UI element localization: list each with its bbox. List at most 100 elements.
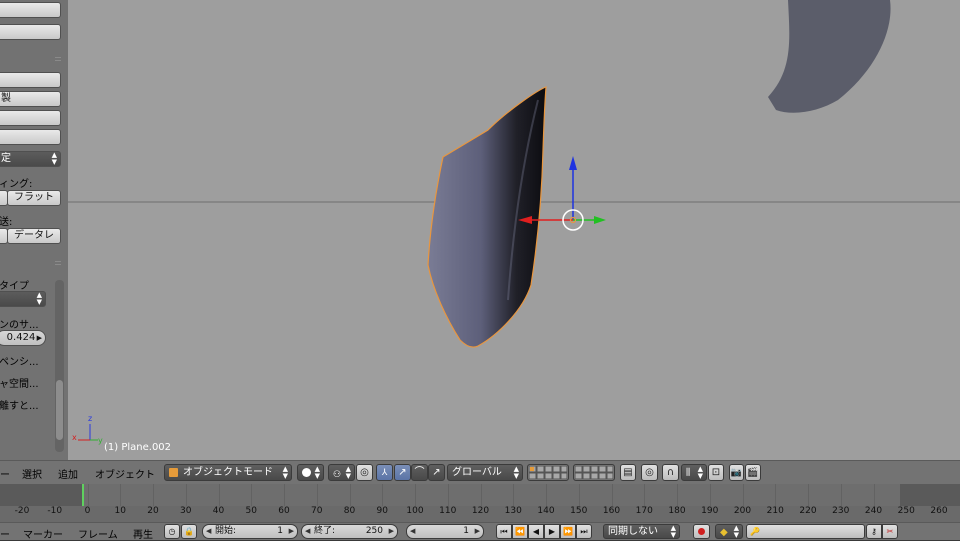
play-button[interactable]: ▶ bbox=[544, 524, 560, 539]
increment-arrow-icon-2[interactable]: ▶ bbox=[289, 525, 294, 538]
panel-grip-2[interactable] bbox=[55, 261, 61, 265]
menu-marker[interactable]: マーカー bbox=[23, 526, 63, 541]
end-frame-field[interactable]: ◀ 終了: 250 ▶ bbox=[301, 524, 398, 539]
type-dropdown[interactable]: ▲ ▼ bbox=[0, 291, 46, 307]
updown-arrows-icon-9: ▲ ▼ bbox=[733, 524, 739, 539]
set-dropdown[interactable]: 定 ▲ ▼ bbox=[0, 151, 61, 167]
shading-dropdown[interactable]: ▲ ▼ bbox=[297, 464, 324, 481]
timeline-tick-label: 30 bbox=[180, 506, 192, 516]
rotate-manipulator[interactable]: ⌒ bbox=[411, 464, 428, 481]
decrement-arrow-icon-3[interactable]: ◀ bbox=[410, 525, 415, 538]
layer-buttons-2[interactable] bbox=[573, 464, 615, 481]
start-value: 1 bbox=[277, 526, 283, 536]
prev-keyframe-button[interactable]: ⏪ bbox=[512, 524, 528, 539]
timeline-tick-label: 160 bbox=[602, 506, 621, 516]
increment-arrow-icon-3[interactable]: ▶ bbox=[389, 525, 394, 538]
menu-playback[interactable]: 再生 bbox=[133, 526, 153, 541]
timeline-grid-line bbox=[87, 484, 89, 506]
decrement-arrow-icon[interactable]: ◀ bbox=[206, 525, 211, 538]
flat-button[interactable]: フラット bbox=[7, 190, 61, 206]
sync-dropdown[interactable]: 同期しない ▲ ▼ bbox=[603, 524, 680, 539]
shelf-button-2[interactable] bbox=[0, 24, 61, 40]
background-object[interactable] bbox=[768, 0, 891, 113]
3d-viewport[interactable]: z x y (1) Plane.002 bbox=[68, 0, 960, 460]
pivot-dropdown[interactable]: ⚇ ▲ ▼ bbox=[328, 464, 355, 481]
scrollbar-thumb[interactable] bbox=[56, 380, 63, 440]
orientation-dropdown[interactable]: グローバル ▲ ▼ bbox=[447, 464, 523, 481]
preview-range-button[interactable]: ◷ bbox=[164, 524, 180, 539]
manipulator-toggle[interactable]: ⅄ bbox=[376, 464, 393, 481]
snap-toggle[interactable]: ∩ bbox=[662, 464, 679, 481]
layer-buttons-1[interactable] bbox=[527, 464, 569, 481]
timeline-tick-label: 130 bbox=[504, 506, 522, 516]
timeline-header: ー マーカー フレーム 再生 ◷ 🔒 ◀ 開始: 1 ▶ ◀ 終了: 250 ▶… bbox=[0, 522, 960, 541]
z-arrow-icon[interactable] bbox=[569, 156, 577, 170]
timeline-tick-label: 250 bbox=[897, 506, 915, 516]
menu-object[interactable]: オブジェクト bbox=[95, 466, 155, 481]
data-transfer-button[interactable]: データレ bbox=[7, 228, 61, 244]
timeline[interactable]: -20 -10 0 10 20 30 40 50 60 70 80 90 100 110 120 130 140… bbox=[0, 484, 960, 522]
decrement-arrow-icon-2[interactable]: ◀ bbox=[305, 525, 310, 538]
delete-keyframe-button[interactable]: ✂ bbox=[882, 524, 898, 539]
snap-element-dropdown[interactable]: ⫼ ▲ ▼ bbox=[681, 464, 707, 481]
solid-shading-icon bbox=[302, 468, 311, 477]
increment-arrow-icon[interactable]: ▶ bbox=[37, 331, 42, 345]
timeline-grid-line bbox=[808, 484, 809, 506]
panel-grip[interactable] bbox=[55, 57, 61, 61]
translate-manipulator[interactable]: ↗ bbox=[394, 464, 411, 481]
keying-mode-dropdown[interactable]: ◆ ▲ ▼ bbox=[715, 524, 743, 539]
pivot-center-button[interactable]: ◎ bbox=[356, 464, 373, 481]
transfer-label: 送: bbox=[0, 217, 13, 228]
z-axis-label: z bbox=[88, 414, 92, 423]
shelf-button-1[interactable] bbox=[0, 2, 61, 18]
current-frame-field[interactable]: ◀ 1 ▶ bbox=[406, 524, 484, 539]
updown-arrows-icon: ▲ ▼ bbox=[51, 151, 57, 166]
timeline-tick-label: 140 bbox=[537, 506, 555, 516]
menu-frame[interactable]: フレーム bbox=[78, 526, 118, 541]
shelf-button-5[interactable] bbox=[0, 129, 61, 145]
value-field[interactable]: 0.424 ▶ bbox=[0, 330, 46, 346]
y-arrow-icon[interactable] bbox=[594, 216, 606, 224]
key-insert-icon: ⚷ bbox=[871, 527, 877, 536]
timeline-tick-label: 90 bbox=[376, 506, 388, 516]
timeline-tick-label: 260 bbox=[930, 506, 948, 516]
timeline-grid-line bbox=[382, 484, 384, 506]
timeline-ruler[interactable]: -20 -10 0 10 20 30 40 50 60 70 80 90 100 110 120 130 140… bbox=[0, 506, 960, 522]
proportional-edit-button[interactable]: ◎ bbox=[641, 464, 658, 481]
jump-start-button[interactable]: ⏮ bbox=[496, 524, 512, 539]
menu-view-timeline[interactable]: ー bbox=[0, 526, 10, 541]
timeline-tick-label: 170 bbox=[635, 506, 653, 516]
play-reverse-icon: ◀ bbox=[532, 527, 540, 536]
object-mode-icon bbox=[169, 468, 178, 477]
type-label: タイプ bbox=[0, 281, 29, 292]
increment-arrow-icon-4[interactable]: ▶ bbox=[475, 525, 480, 538]
mode-dropdown[interactable]: オブジェクトモード ▲ ▼ bbox=[164, 464, 292, 481]
auto-keying-button[interactable] bbox=[693, 524, 710, 539]
opengl-render-button[interactable]: 📷 bbox=[729, 464, 744, 481]
insert-keyframe-button[interactable]: ⚷ bbox=[866, 524, 882, 539]
rotate-arc-icon: ⌒ bbox=[414, 467, 425, 478]
menu-view[interactable]: ー bbox=[0, 466, 10, 481]
menu-select[interactable]: 選択 bbox=[22, 466, 42, 481]
shelf-scrollbar[interactable] bbox=[55, 280, 64, 452]
next-keyframe-button[interactable]: ⏩ bbox=[560, 524, 576, 539]
timeline-grid-line bbox=[185, 484, 187, 506]
scale-manipulator[interactable]: ↗ bbox=[428, 464, 445, 481]
shelf-button-3[interactable] bbox=[0, 72, 61, 88]
jump-end-button[interactable]: ⏭ bbox=[576, 524, 592, 539]
play-reverse-button[interactable]: ◀ bbox=[528, 524, 544, 539]
timeline-tick-label: 240 bbox=[864, 506, 883, 516]
viewport-canvas[interactable]: z x y bbox=[68, 0, 960, 460]
axis-indicator bbox=[78, 424, 98, 441]
timeline-frame-range[interactable] bbox=[82, 484, 900, 506]
opengl-animation-button[interactable]: 🎬 bbox=[745, 464, 761, 481]
render-layer-button[interactable]: ▤ bbox=[620, 464, 636, 481]
current-frame-indicator[interactable] bbox=[82, 484, 84, 506]
snap-target-button[interactable]: ⊡ bbox=[708, 464, 724, 481]
start-frame-field[interactable]: ◀ 開始: 1 ▶ bbox=[202, 524, 298, 539]
lock-range-button[interactable]: 🔒 bbox=[181, 524, 197, 539]
shelf-button-4[interactable] bbox=[0, 110, 61, 126]
duplicate-button[interactable]: 製 bbox=[0, 91, 61, 107]
menu-add[interactable]: 追加 bbox=[58, 466, 78, 481]
keying-set-field[interactable]: 🔑 bbox=[746, 524, 865, 539]
